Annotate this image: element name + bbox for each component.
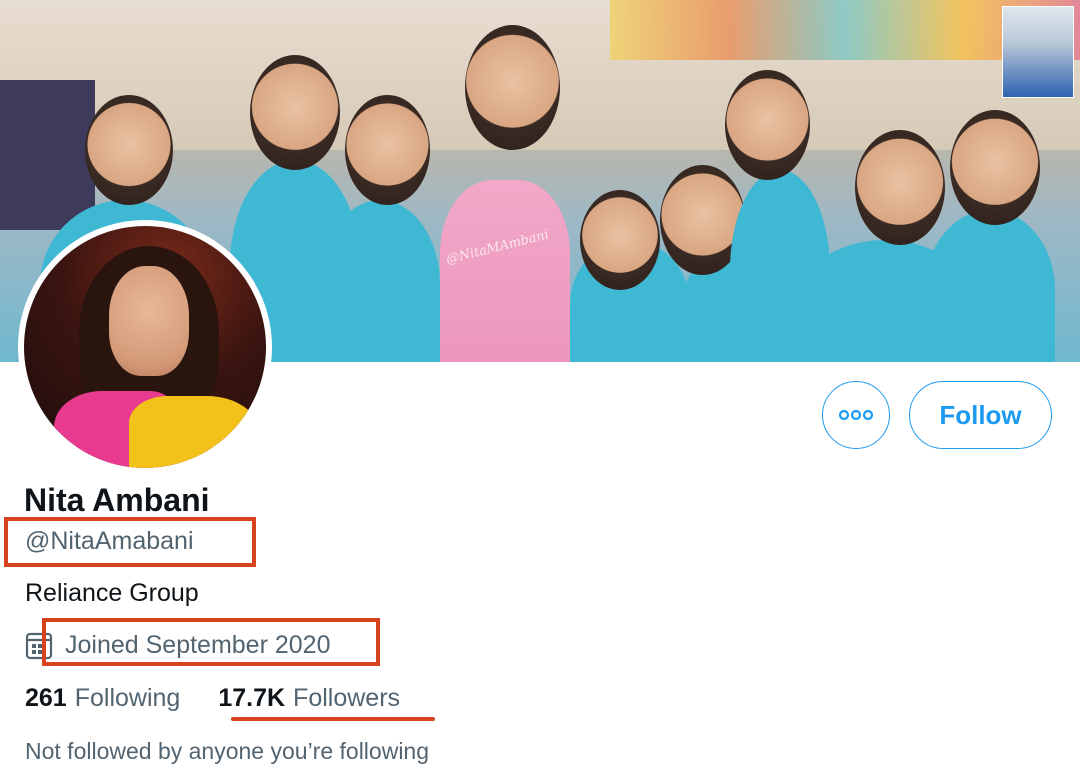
banner-child-head: [855, 130, 945, 245]
banner-child: [925, 210, 1055, 362]
banner-child-head: [950, 110, 1040, 225]
annotation-box-handle: [4, 517, 256, 567]
banner-bulletin-board: [0, 80, 95, 230]
followers-count: 17.7K: [218, 684, 286, 712]
banner-child-head: [250, 55, 340, 170]
following-label: Following: [74, 684, 181, 712]
banner-child-head: [345, 95, 430, 205]
following-link[interactable]: 261 Following: [25, 684, 180, 713]
banner-woman: [440, 180, 570, 362]
banner-child-head: [85, 95, 173, 205]
not-followed-notice: Not followed by anyone you’re following: [25, 738, 430, 764]
annotation-box-joined: [42, 618, 380, 666]
profile-page: @NitaMAmbani Follow Nita Ambani @NitaAma…: [0, 0, 1080, 771]
banner-woman-head: [465, 25, 560, 150]
annotation-underline-followers: [231, 717, 435, 721]
followers-label: Followers: [293, 684, 401, 712]
followers-link[interactable]: 17.7K Followers: [218, 684, 400, 713]
profile-avatar[interactable]: [18, 220, 272, 474]
banner-inset-photo: [1002, 6, 1074, 98]
profile-bio: Reliance Group: [25, 579, 199, 607]
banner-child: [320, 200, 440, 362]
follow-stats: 261 Following 17.7K Followers: [25, 684, 400, 713]
banner-child-head: [725, 70, 810, 180]
banner-child-head: [580, 190, 660, 290]
avatar-face: [109, 266, 189, 376]
following-count: 261: [25, 684, 67, 712]
more-dots-icon: [838, 409, 874, 421]
follow-button[interactable]: Follow: [909, 381, 1052, 449]
profile-name: Nita Ambani: [24, 482, 210, 518]
avatar-saree-yellow: [129, 396, 259, 468]
more-options-button[interactable]: [822, 381, 890, 449]
avatar-photo: [24, 226, 266, 468]
